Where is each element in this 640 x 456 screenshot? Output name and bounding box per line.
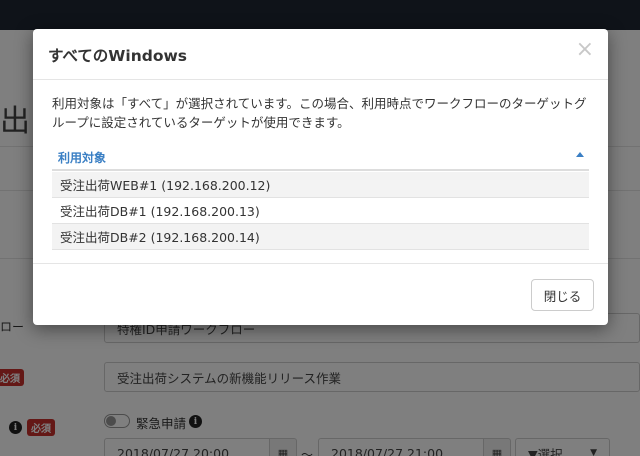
sort-asc-icon[interactable] [576,152,584,157]
modal-title: すべてのWindows [48,47,188,65]
list-item: 受注出荷WEB#1 (192.168.200.12) [52,172,589,198]
modal-footer: 閉じる [33,263,608,325]
target-list-header[interactable]: 利用対象 [52,145,589,171]
close-icon[interactable]: × [576,39,594,61]
list-item: 受注出荷DB#1 (192.168.200.13) [52,198,589,224]
close-button[interactable]: 閉じる [531,279,594,311]
list-item: 受注出荷DB#2 (192.168.200.14) [52,224,589,250]
all-windows-modal: すべてのWindows × 利用対象は「すべて」が選択されています。この場合、利… [33,29,608,325]
modal-header: すべてのWindows × [33,29,608,80]
column-header-target: 利用対象 [58,151,107,165]
modal-description: 利用対象は「すべて」が選択されています。この場合、利用時点でワークフローのターゲ… [52,96,587,130]
